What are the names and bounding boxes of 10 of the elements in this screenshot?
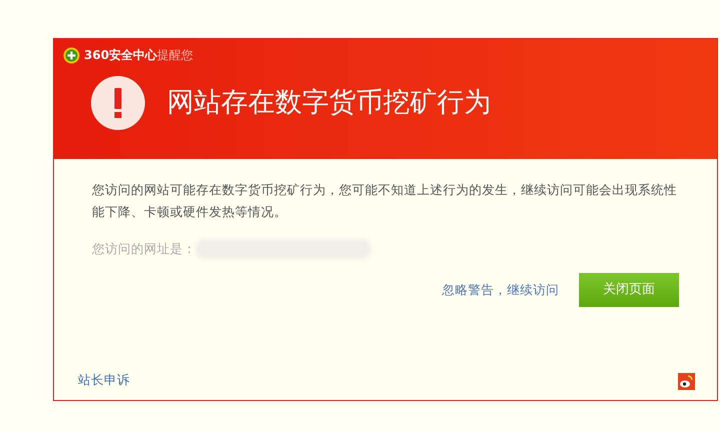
- brand-suffix: 提醒您: [157, 47, 194, 64]
- warning-message: 您访问的网站可能存在数字货币挖矿行为，您可能不知道上述行为的发生，继续访问可能会出现系统性能下降、卡顿或硬件发热等情况。: [92, 181, 678, 221]
- ignore-warning-link[interactable]: 忽略警告，继续访问: [442, 280, 559, 300]
- appeal-link[interactable]: 站长申诉: [78, 371, 130, 390]
- exclamation-icon: [91, 76, 145, 130]
- close-page-button[interactable]: 关闭页面: [579, 273, 679, 307]
- plus-logo-icon: [63, 46, 80, 64]
- alert-title: 网站存在数字货币挖矿行为: [167, 86, 491, 120]
- brand-text: 360安全中心: [84, 47, 158, 64]
- url-label: 您访问的网址是：: [92, 240, 196, 258]
